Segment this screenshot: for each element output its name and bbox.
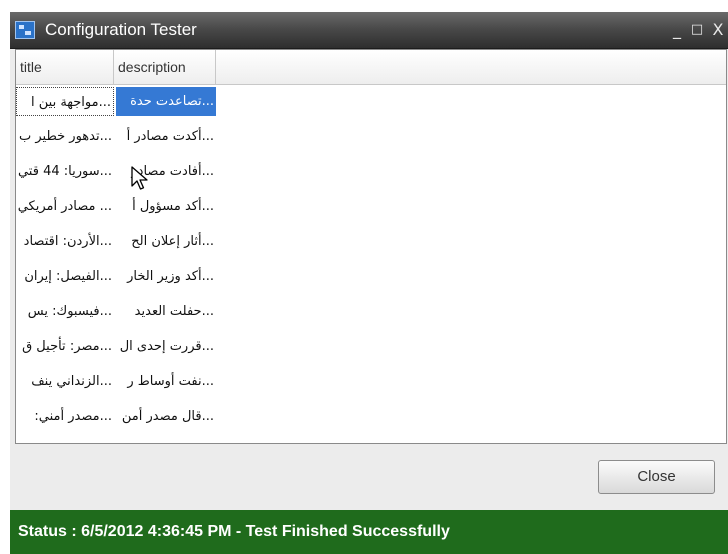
cell-title[interactable]: ...فيسبوك: يس: [16, 297, 114, 326]
column-header-description[interactable]: description: [114, 50, 216, 84]
cell-description[interactable]: ...قال مصدر أمن: [116, 402, 216, 431]
maximize-button[interactable]: □: [690, 18, 704, 42]
window-title: Configuration Tester: [45, 20, 197, 39]
table-row[interactable]: ...فيسبوك: يس ...حفلت العديد: [16, 297, 726, 332]
app-window-icon: [15, 21, 35, 39]
cell-title[interactable]: ...الزنداني ينف: [16, 367, 114, 396]
table-row[interactable]: ... مصادر أمريكي ...أكد مسؤول أ: [16, 192, 726, 227]
title-bar[interactable]: Configuration Tester _ □ X: [10, 12, 728, 49]
close-window-button[interactable]: X: [710, 18, 726, 42]
cell-title[interactable]: ...الفيصل: إيران: [16, 262, 114, 291]
cell-description[interactable]: ...أكد مسؤول أ: [116, 192, 216, 221]
table-row[interactable]: ...الزنداني ينف ...نفت أوساط ر: [16, 367, 726, 402]
table-row[interactable]: ...سوريا: 44 قتي ...أفادت مصادر: [16, 157, 726, 192]
results-grid[interactable]: title description ...مواجهة بين ا ...تصا…: [15, 49, 727, 444]
status-bar: Status : 6/5/2012 4:36:45 PM - Test Fini…: [10, 510, 728, 554]
cell-title[interactable]: ...الأردن: اقتصاد: [16, 227, 114, 256]
status-text: Status : 6/5/2012 4:36:45 PM - Test Fini…: [18, 523, 450, 540]
cell-description[interactable]: ...أثار إعلان الح: [116, 227, 216, 256]
minimize-button[interactable]: _: [670, 18, 684, 42]
cell-title[interactable]: ... مصادر أمريكي: [16, 192, 114, 221]
configuration-tester-window: Configuration Tester _ □ X title descrip…: [10, 12, 728, 554]
cell-title[interactable]: ...مصدر أمني:: [16, 402, 114, 431]
close-button[interactable]: Close: [598, 460, 715, 494]
table-row[interactable]: ...مصدر أمني: ...قال مصدر أمن: [16, 402, 726, 437]
table-row[interactable]: ...الفيصل: إيران ...أكد وزير الخار: [16, 262, 726, 297]
table-row[interactable]: ...الأردن: اقتصاد ...أثار إعلان الح: [16, 227, 726, 262]
cell-title[interactable]: ...تدهور خطير ب: [16, 122, 114, 151]
table-row[interactable]: ...مواجهة بين ا ...تصاعدت حدة: [16, 87, 726, 122]
cell-description[interactable]: ...نفت أوساط ر: [116, 367, 216, 396]
cell-description[interactable]: ...أكد وزير الخار: [116, 262, 216, 291]
column-header-title[interactable]: title: [16, 50, 114, 84]
grid-rows: ...مواجهة بين ا ...تصاعدت حدة ...تدهور خ…: [16, 87, 726, 437]
table-row[interactable]: ...تدهور خطير ب ...أكدت مصادر أ: [16, 122, 726, 157]
cell-title[interactable]: ...سوريا: 44 قتي: [16, 157, 114, 186]
cell-title[interactable]: ...مصر: تأجيل ق: [16, 332, 114, 361]
cell-description[interactable]: ...أكدت مصادر أ: [116, 122, 216, 151]
cell-description[interactable]: ...حفلت العديد: [116, 297, 216, 326]
table-row[interactable]: ...مصر: تأجيل ق ...قررت إحدى ال: [16, 332, 726, 367]
cell-title[interactable]: ...مواجهة بين ا: [16, 87, 114, 116]
cell-description[interactable]: ...تصاعدت حدة: [116, 87, 216, 116]
cell-description[interactable]: ...قررت إحدى ال: [116, 332, 216, 361]
grid-header: title description: [16, 50, 726, 85]
